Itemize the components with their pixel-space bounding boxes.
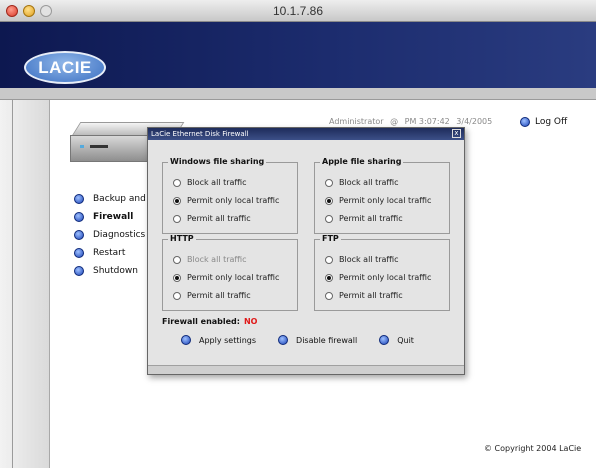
group-label: HTTP <box>168 234 196 243</box>
windows-sharing-group: Windows file sharing Block all traffic P… <box>162 157 298 234</box>
apply-settings-button[interactable]: Apply settings <box>181 335 256 345</box>
radio-button[interactable] <box>325 291 333 300</box>
status-time: PM 3:07:42 <box>404 117 450 126</box>
lacie-logo: LACIE <box>24 51 106 84</box>
option-label: Permit only local traffic <box>187 196 280 205</box>
option-label: Permit only local traffic <box>339 273 432 282</box>
ftp-block-option[interactable]: Block all traffic <box>325 255 399 264</box>
log-off-button[interactable]: Log Off <box>520 117 567 127</box>
sidebar-item-shutdown[interactable]: Shutdown <box>74 262 151 280</box>
radio-button[interactable] <box>173 214 181 223</box>
dialog-titlebar: LaCie Ethernet Disk Firewall x <box>148 128 464 140</box>
shutdown-orb-icon <box>74 266 84 276</box>
sidebar-item-label: Restart <box>93 248 126 258</box>
dialog-bottom-bar <box>148 365 464 374</box>
status-user: Administrator <box>329 117 384 126</box>
quit-button[interactable]: Quit <box>379 335 414 345</box>
dialog-close-button[interactable]: x <box>452 129 461 138</box>
apple-block-option[interactable]: Block all traffic <box>325 178 399 187</box>
quit-label: Quit <box>397 335 414 345</box>
firewall-orb-icon <box>74 212 84 222</box>
left-frame-edge <box>12 100 13 468</box>
header-divider <box>0 88 596 100</box>
header-banner: LACIE <box>0 22 596 88</box>
copyright-text: © Copyright 2004 LaCie <box>484 444 582 453</box>
sidebar-item-label: Diagnostics <box>93 230 146 240</box>
option-label: Block all traffic <box>187 178 247 187</box>
session-status: Administrator @ PM 3:07:42 3/4/2005 <box>329 117 496 126</box>
http-all-option[interactable]: Permit all traffic <box>173 291 251 300</box>
group-label: Windows file sharing <box>168 157 267 166</box>
sidebar-item-backup[interactable]: Backup and I <box>74 190 151 208</box>
http-block-option[interactable]: Block all traffic <box>173 255 247 264</box>
option-label: Permit all traffic <box>187 214 251 223</box>
dialog-actions: Apply settings Disable firewall Quit <box>181 335 414 345</box>
apple-local-option[interactable]: Permit only local traffic <box>325 196 431 205</box>
radio-button[interactable] <box>173 291 181 300</box>
disable-firewall-label: Disable firewall <box>296 335 358 345</box>
sidebar-item-restart[interactable]: Restart <box>74 244 151 262</box>
radio-button[interactable] <box>173 255 181 264</box>
log-off-orb-icon <box>520 117 530 127</box>
sidebar-item-label: Backup and I <box>93 194 152 204</box>
group-label: Apple file sharing <box>320 157 404 166</box>
radio-button[interactable] <box>173 178 181 187</box>
disable-firewall-button[interactable]: Disable firewall <box>278 335 357 345</box>
left-frame <box>0 100 50 468</box>
apply-orb-icon <box>181 335 191 345</box>
windows-block-option[interactable]: Block all traffic <box>173 178 247 187</box>
firewall-status-label: Firewall enabled: <box>162 317 240 326</box>
windows-all-option[interactable]: Permit all traffic <box>173 214 251 223</box>
firewall-dialog: LaCie Ethernet Disk Firewall x Windows f… <box>147 127 465 375</box>
apple-sharing-group: Apple file sharing Block all traffic Per… <box>314 157 450 234</box>
option-label: Permit all traffic <box>339 291 403 300</box>
sidebar-menu: Backup and I Firewall Diagnostics Restar… <box>74 190 151 280</box>
apply-settings-label: Apply settings <box>199 335 257 345</box>
radio-button[interactable] <box>325 214 333 223</box>
http-local-option[interactable]: Permit only local traffic <box>173 273 279 282</box>
sidebar-item-label: Firewall <box>93 212 134 222</box>
radio-button-selected[interactable] <box>173 196 181 205</box>
window-title: 10.1.7.86 <box>272 4 324 18</box>
option-label: Permit only local traffic <box>187 273 280 282</box>
ftp-local-option[interactable]: Permit only local traffic <box>325 273 431 282</box>
ftp-all-option[interactable]: Permit all traffic <box>325 291 403 300</box>
dialog-title: LaCie Ethernet Disk Firewall <box>151 130 249 138</box>
sidebar-item-firewall[interactable]: Firewall <box>74 208 151 226</box>
quit-orb-icon <box>379 335 390 345</box>
option-label: Permit all traffic <box>339 214 403 223</box>
window-titlebar: 10.1.7.86 <box>0 0 596 22</box>
disable-orb-icon <box>278 335 289 345</box>
status-date: 3/4/2005 <box>456 117 493 126</box>
option-label: Block all traffic <box>339 255 399 264</box>
diagnostics-orb-icon <box>74 230 84 240</box>
option-label: Permit all traffic <box>187 291 251 300</box>
radio-button-selected[interactable] <box>325 196 333 205</box>
status-at: @ <box>390 117 399 126</box>
option-label: Block all traffic <box>339 178 399 187</box>
restart-orb-icon <box>74 248 84 258</box>
ftp-group: FTP Block all traffic Permit only local … <box>314 234 450 311</box>
backup-orb-icon <box>74 194 84 204</box>
http-group: HTTP Block all traffic Permit only local… <box>162 234 298 311</box>
windows-local-option[interactable]: Permit only local traffic <box>173 196 279 205</box>
radio-button[interactable] <box>325 178 333 187</box>
firewall-status: Firewall enabled: NO <box>162 317 257 326</box>
radio-button-selected[interactable] <box>173 273 181 282</box>
sidebar-item-diagnostics[interactable]: Diagnostics <box>74 226 151 244</box>
group-label: FTP <box>320 234 341 243</box>
apple-all-option[interactable]: Permit all traffic <box>325 214 403 223</box>
option-label: Block all traffic <box>187 255 247 264</box>
log-off-label: Log Off <box>535 117 568 127</box>
sidebar-item-label: Shutdown <box>93 266 138 276</box>
radio-button-selected[interactable] <box>325 273 333 282</box>
option-label: Permit only local traffic <box>339 196 432 205</box>
radio-button[interactable] <box>325 255 333 264</box>
firewall-status-value: NO <box>243 317 258 326</box>
